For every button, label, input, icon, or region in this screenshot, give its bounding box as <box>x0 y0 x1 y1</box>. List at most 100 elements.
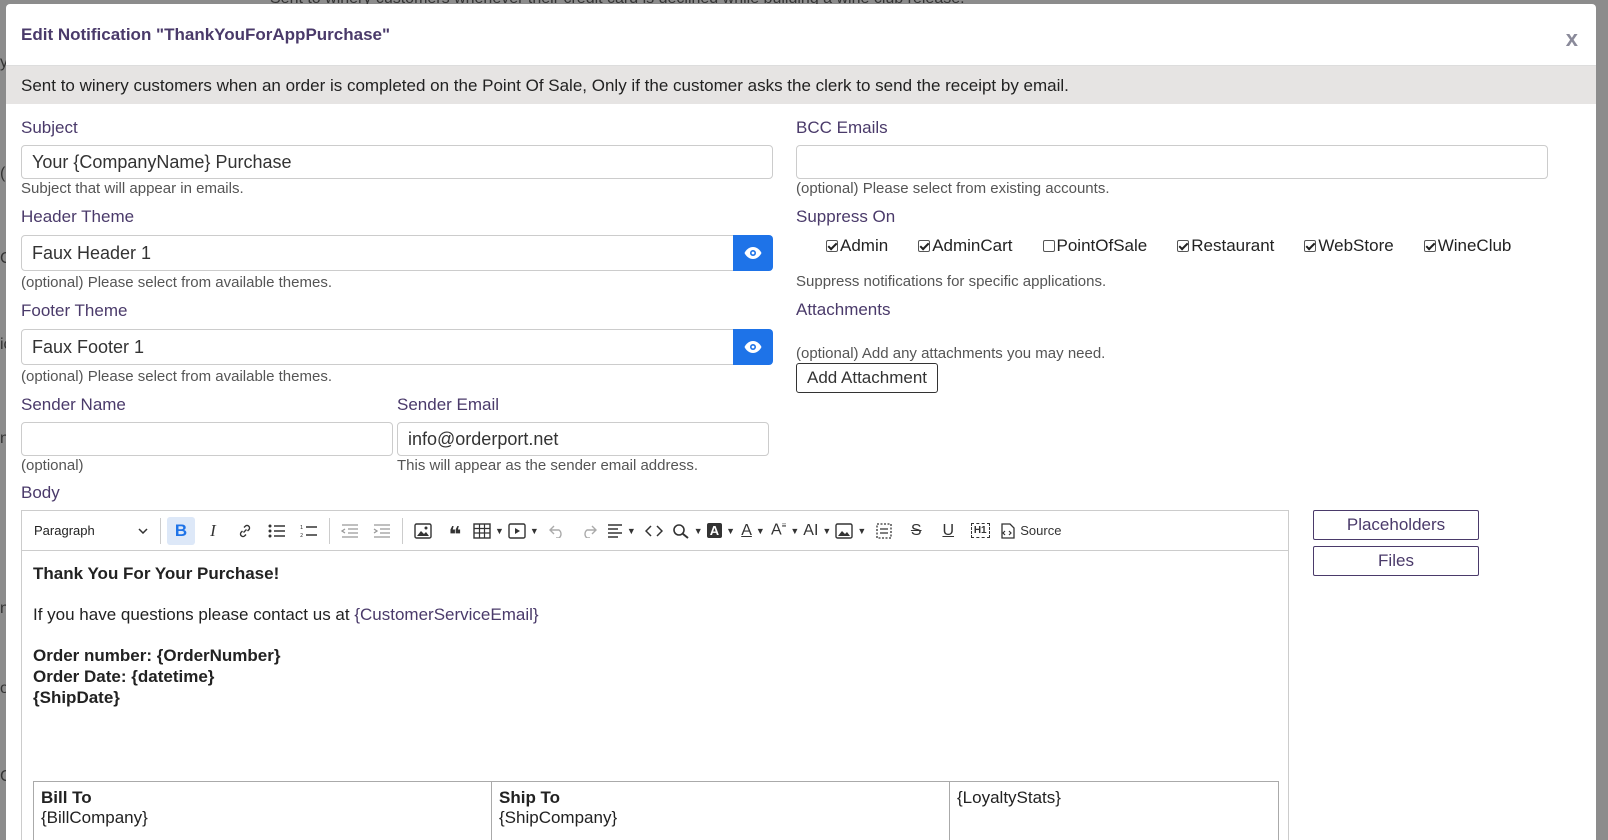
ship-date-line: {ShipDate} <box>33 688 120 707</box>
heading-button[interactable]: H1 <box>966 517 994 545</box>
checkbox-checked[interactable] <box>918 240 931 252</box>
chevron-down-icon: ▼ <box>626 525 636 536</box>
insert-image-button[interactable] <box>409 517 437 545</box>
preview-footer-button[interactable] <box>733 329 773 365</box>
suppress-wineclub-checkbox[interactable]: WineClub <box>1423 236 1511 256</box>
image-style-button[interactable]: ▼ <box>835 517 866 545</box>
font-size-button[interactable]: AI ▼ <box>803 517 831 545</box>
underline-button[interactable]: U <box>934 517 962 545</box>
notification-description: Sent to winery customers when an order i… <box>6 66 1596 104</box>
close-button[interactable]: x <box>1566 26 1578 52</box>
redo-icon <box>584 525 597 538</box>
toolbar-separator <box>160 517 161 544</box>
subject-input[interactable] <box>21 145 773 179</box>
files-button[interactable]: Files <box>1313 546 1479 576</box>
sender-name-input[interactable] <box>21 422 393 456</box>
svg-text:1: 1 <box>300 525 303 531</box>
font-family-button[interactable]: A≡ ▼ <box>771 517 799 545</box>
chevron-down-icon: ▼ <box>790 525 800 536</box>
indent-button[interactable] <box>368 517 396 545</box>
chevron-down-icon: ▼ <box>726 525 735 536</box>
bcc-help: (optional) Please select from existing a… <box>796 180 1110 197</box>
chevron-down-icon: ▼ <box>822 525 832 536</box>
preview-header-button[interactable] <box>733 235 773 271</box>
bulleted-list-button[interactable] <box>263 517 291 545</box>
suppress-pointofsale-checkbox[interactable]: PointOfSale <box>1042 236 1147 256</box>
sender-email-label: Sender Email <box>397 395 500 414</box>
align-left-icon <box>607 523 622 538</box>
underline-icon: U <box>942 521 955 539</box>
footer-theme-help: (optional) Please select from available … <box>21 368 332 385</box>
suppress-help: Suppress notifications for specific appl… <box>796 273 1107 290</box>
suppress-restaurant-checkbox[interactable]: Restaurant <box>1177 236 1274 256</box>
font-background-color-icon: A <box>706 523 723 538</box>
checkbox-checked[interactable] <box>826 240 838 252</box>
page-break-button[interactable] <box>870 517 898 545</box>
email-address-table: Bill To {BillCompany} Ship To {ShipCompa… <box>33 781 1279 840</box>
numbered-list-button[interactable]: 12 <box>295 517 323 545</box>
add-attachment-button[interactable]: Add Attachment <box>796 363 938 393</box>
subject-label: Subject <box>21 118 78 137</box>
editor-toolbar: Paragraph B I 12 ❝ ▼ ▼ ▼ ▼ A ▼ A ▼ A≡ ▼ … <box>22 511 1288 551</box>
checkbox-checked[interactable] <box>1177 240 1190 252</box>
table-row: Bill To {BillCompany} Ship To {ShipCompa… <box>33 781 1279 840</box>
checkbox-checked[interactable] <box>1423 240 1436 252</box>
outdent-icon <box>341 523 358 538</box>
font-background-color-button[interactable]: A ▼ <box>706 517 735 545</box>
code-button[interactable] <box>640 517 668 545</box>
suppress-webstore-checkbox[interactable]: WebStore <box>1304 236 1394 256</box>
font-color-button[interactable]: A ▼ <box>739 517 767 545</box>
modal-header: Edit Notification "ThankYouForAppPurchas… <box>6 4 1596 66</box>
image-icon <box>414 522 432 539</box>
page-break-icon <box>876 522 892 539</box>
blockquote-button[interactable]: ❝ <box>441 517 469 545</box>
italic-button[interactable]: I <box>199 517 227 545</box>
strikethrough-button[interactable]: S <box>902 517 930 545</box>
ship-to-cell: Ship To {ShipCompany} <box>491 781 950 840</box>
sender-email-input[interactable] <box>397 422 769 456</box>
table-icon <box>473 522 491 539</box>
outdent-button[interactable] <box>336 517 364 545</box>
find-replace-icon <box>672 523 689 539</box>
footer-theme-input[interactable] <box>21 329 734 365</box>
insert-media-button[interactable]: ▼ <box>508 517 539 545</box>
suppress-admin-checkbox[interactable]: Admin <box>826 236 888 256</box>
block-format-dropdown[interactable]: Paragraph <box>28 517 156 545</box>
alignment-button[interactable]: ▼ <box>607 517 636 545</box>
bill-company-placeholder: {BillCompany} <box>41 808 148 827</box>
numbered-list-icon: 12 <box>300 525 317 538</box>
find-replace-button[interactable]: ▼ <box>672 517 703 545</box>
attachments-label: Attachments <box>796 300 891 319</box>
sender-name-label: Sender Name <box>21 395 126 414</box>
bcc-input[interactable] <box>796 145 1548 179</box>
header-theme-help: (optional) Please select from available … <box>21 274 332 291</box>
bold-button[interactable]: B <box>167 516 195 545</box>
font-color-icon: A <box>741 521 752 539</box>
customer-service-placeholder: {CustomerServiceEmail} <box>354 605 539 624</box>
image-icon <box>835 522 854 539</box>
bold-icon: B <box>174 520 188 540</box>
source-button[interactable]: Source <box>998 517 1061 545</box>
header-theme-input[interactable] <box>21 235 734 271</box>
ship-to-label: Ship To <box>499 788 561 807</box>
edit-notification-modal: Edit Notification "ThankYouForAppPurchas… <box>6 4 1596 840</box>
insert-table-button[interactable]: ▼ <box>473 517 504 545</box>
heading-icon: H1 <box>970 523 990 538</box>
placeholders-button[interactable]: Placeholders <box>1313 510 1479 540</box>
redo-button[interactable] <box>575 517 603 545</box>
code-icon <box>644 524 663 537</box>
source-icon <box>1001 522 1015 539</box>
link-button[interactable] <box>231 517 259 545</box>
body-editor: Paragraph B I 12 ❝ ▼ ▼ ▼ ▼ A ▼ A ▼ A≡ ▼ … <box>21 510 1289 840</box>
chevron-down-icon: ▼ <box>755 525 765 536</box>
undo-button[interactable] <box>543 517 571 545</box>
checkbox-checked[interactable] <box>1304 240 1317 252</box>
toolbar-separator <box>329 517 330 544</box>
checkbox-unchecked[interactable] <box>1042 240 1055 252</box>
subject-help: Subject that will appear in emails. <box>21 180 244 197</box>
strikethrough-icon: S <box>910 521 922 539</box>
chevron-down-icon <box>138 527 148 534</box>
suppress-admincart-checkbox[interactable]: AdminCart <box>918 236 1013 256</box>
editor-content[interactable]: Thank You For Your Purchase! If you have… <box>22 551 1288 720</box>
body-label: Body <box>21 483 60 502</box>
